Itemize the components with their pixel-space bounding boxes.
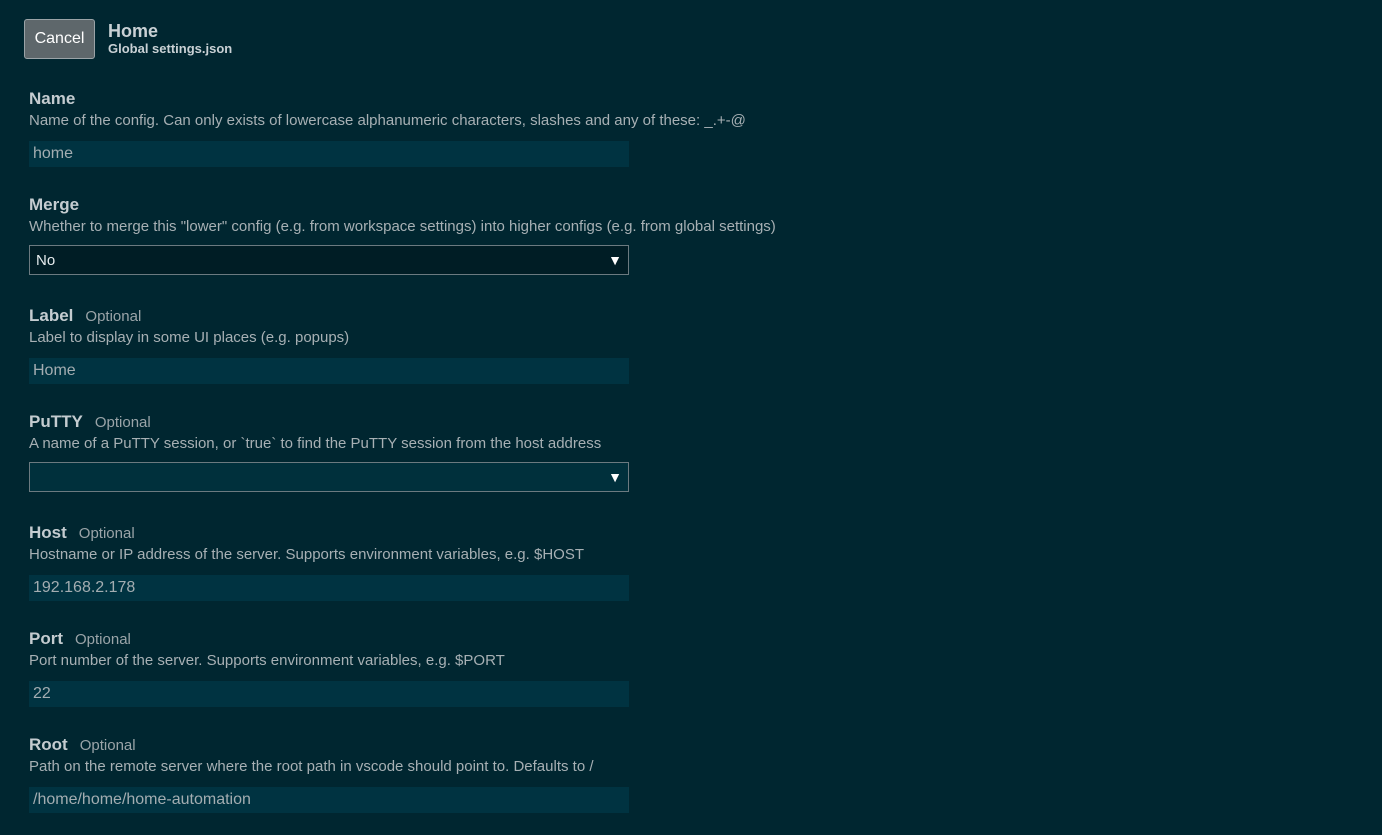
merge-select-value: No: [36, 251, 56, 269]
field-host-description: Hostname or IP address of the server. Su…: [29, 546, 584, 563]
field-port-label: Port: [29, 629, 63, 648]
field-label-head: Label Optional: [29, 306, 929, 326]
field-host-head: Host Optional: [29, 523, 929, 543]
field-root-label: Root: [29, 735, 68, 754]
field-merge-description: Whether to merge this "lower" config (e.…: [29, 218, 776, 235]
field-port: Port Optional Port number of the server.…: [29, 629, 929, 707]
chevron-down-icon: ▼: [608, 469, 622, 485]
cancel-button[interactable]: Cancel: [24, 19, 95, 59]
field-putty: PuTTY Optional A name of a PuTTY session…: [29, 412, 929, 492]
optional-tag: Optional: [75, 631, 131, 648]
field-root-head: Root Optional: [29, 735, 929, 755]
field-name-label: Name: [29, 89, 76, 108]
field-label-label: Label: [29, 306, 74, 325]
page-subtitle: Global settings.json: [108, 41, 233, 56]
putty-select[interactable]: ▼: [29, 462, 629, 492]
field-name-description: Name of the config. Can only exists of l…: [29, 112, 746, 129]
editor-header: Cancel Home Global settings.json: [24, 19, 232, 59]
field-host: Host Optional Hostname or IP address of …: [29, 523, 929, 601]
field-port-description: Port number of the server. Supports envi…: [29, 652, 505, 669]
optional-tag: Optional: [85, 308, 142, 325]
field-root: Root Optional Path on the remote server …: [29, 735, 929, 813]
field-putty-head: PuTTY Optional: [29, 412, 929, 432]
chevron-down-icon: ▼: [608, 252, 622, 268]
optional-tag: Optional: [79, 737, 136, 754]
title-block: Home Global settings.json: [108, 21, 232, 57]
field-port-head: Port Optional: [29, 629, 929, 649]
field-merge: Merge Whether to merge this "lower" conf…: [29, 195, 929, 275]
page-title: Home: [108, 21, 159, 41]
root-input[interactable]: [29, 787, 629, 813]
label-input[interactable]: [29, 358, 629, 384]
port-input[interactable]: [29, 681, 629, 707]
optional-tag: Optional: [94, 414, 151, 431]
name-input[interactable]: [29, 141, 629, 167]
field-putty-description: A name of a PuTTY session, or `true` to …: [29, 435, 602, 452]
field-merge-head: Merge: [29, 195, 929, 215]
field-label-description: Label to display in some UI places (e.g.…: [29, 329, 350, 346]
host-input[interactable]: [29, 575, 629, 601]
field-name: Name Name of the config. Can only exists…: [29, 89, 929, 167]
field-root-description: Path on the remote server where the root…: [29, 758, 594, 775]
config-editor: Cancel Home Global settings.json Name Na…: [0, 0, 1382, 835]
optional-tag: Optional: [78, 525, 135, 542]
field-host-label: Host: [29, 523, 67, 542]
merge-select[interactable]: No ▼: [29, 245, 629, 275]
field-name-head: Name: [29, 89, 929, 109]
field-label: Label Optional Label to display in some …: [29, 306, 929, 384]
field-putty-label: PuTTY: [29, 412, 83, 431]
field-merge-label: Merge: [29, 195, 80, 214]
